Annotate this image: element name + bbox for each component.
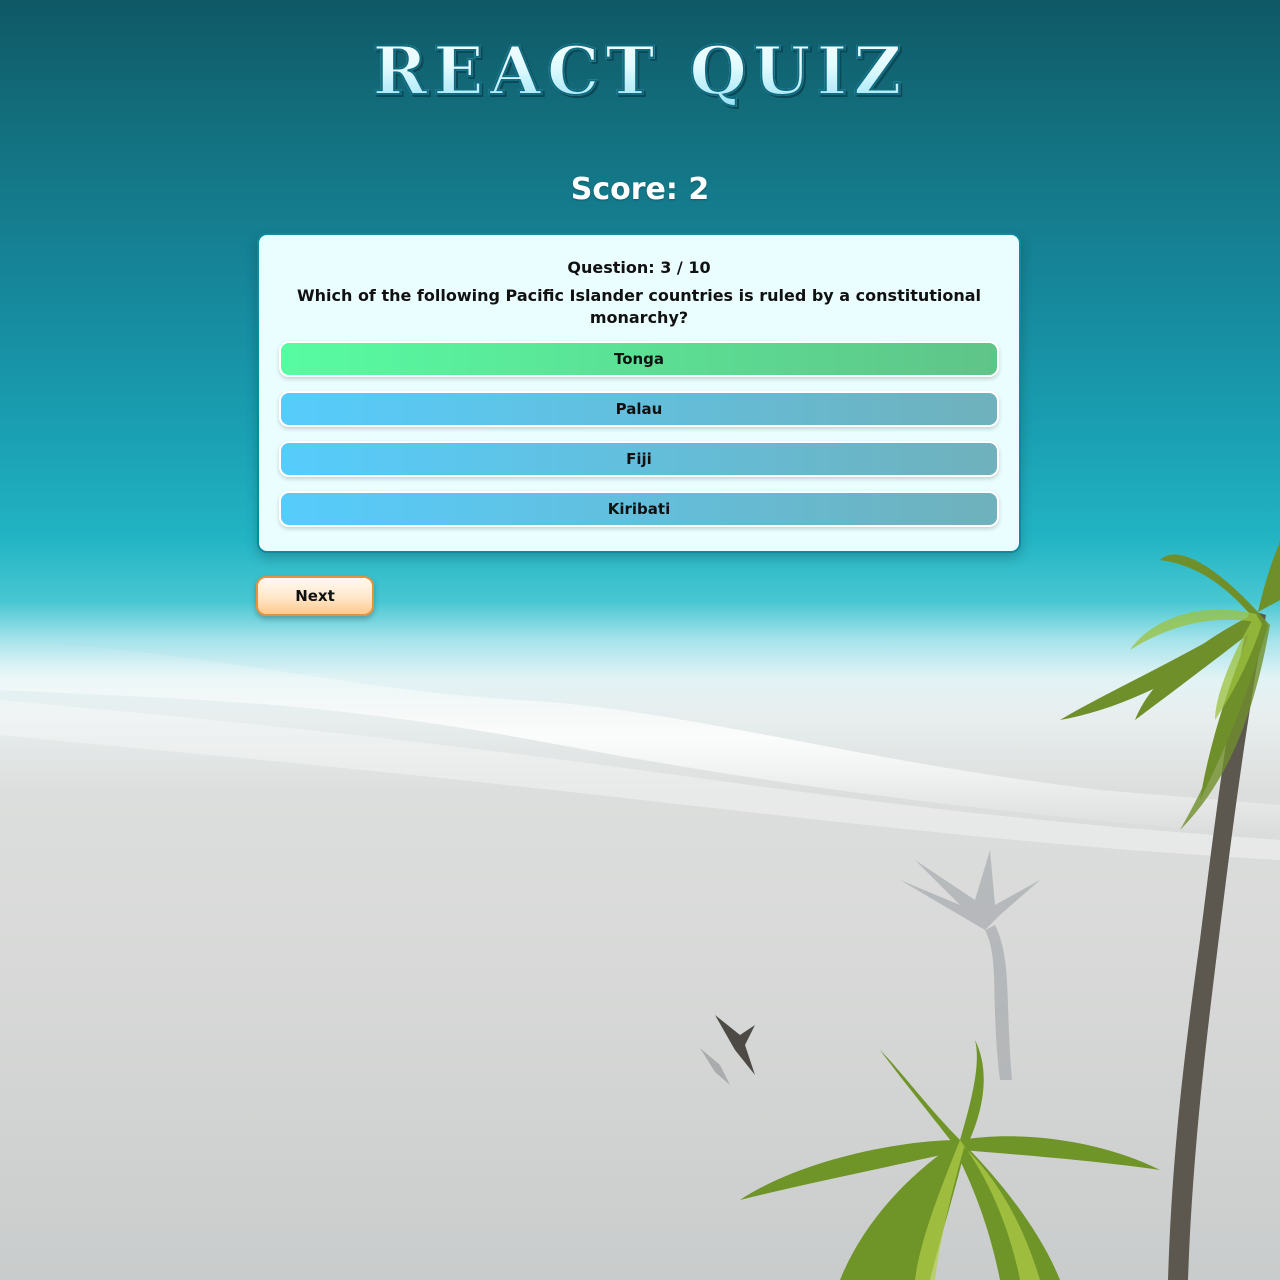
question-number: Question: 3 / 10 xyxy=(567,258,711,277)
question-card: Question: 3 / 10 Which of the following … xyxy=(257,233,1021,553)
next-button[interactable]: Next xyxy=(256,576,374,616)
answer-button-palau[interactable]: Palau xyxy=(279,391,999,427)
answer-button-fiji[interactable]: Fiji xyxy=(279,441,999,477)
score-display: Score: 2 xyxy=(570,172,710,207)
answer-button-kiribati[interactable]: Kiribati xyxy=(279,491,999,527)
answer-button-tonga[interactable]: Tonga xyxy=(279,341,999,377)
app-title: REACT QUIZ xyxy=(0,26,1280,116)
question-text: Which of the following Pacific Islander … xyxy=(296,286,982,327)
